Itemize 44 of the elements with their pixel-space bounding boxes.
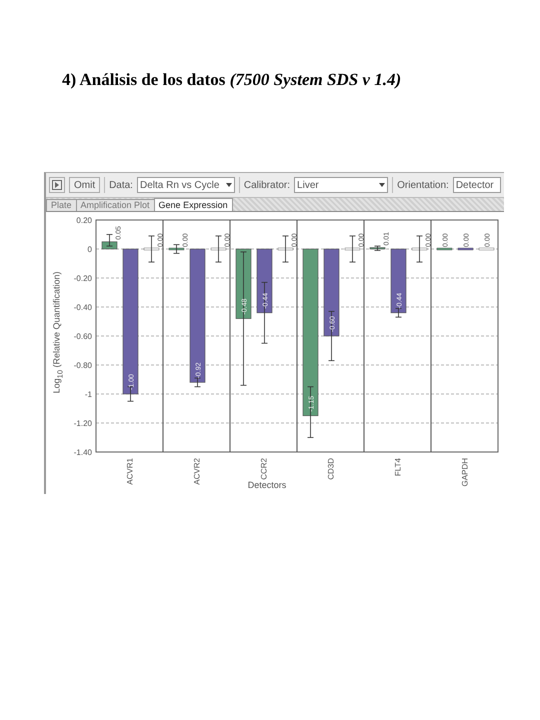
panel-button[interactable] [49,177,65,193]
orientation-label: Orientation: [397,180,449,190]
play-icon [52,180,62,190]
category-label: FLT4 [394,458,402,476]
error-bar [349,236,356,262]
error-bar [194,378,201,388]
category-label: ACVR2 [192,458,202,485]
axis-title: Detectors [248,480,286,490]
tab[interactable]: Plate [46,199,77,211]
error-bar [148,236,155,262]
error-bar [261,282,268,344]
tick-label: -1 [84,390,92,399]
tick-label: 0.20 [76,216,92,225]
data-dropdown[interactable]: Delta Rn vs Cycle [136,177,235,193]
error-bar [416,236,423,262]
calibrator-dropdown[interactable]: Liver [294,177,388,193]
tick-label: -0.20 [74,274,92,283]
error-bar [282,236,289,262]
error-bar [307,386,314,438]
caret-icon [379,183,386,187]
tab[interactable]: Amplification Plot [76,199,155,211]
tick-label: -0.60 [74,332,92,341]
caret-icon [226,183,232,187]
error-bar [395,308,402,318]
orientation-field[interactable]: Detector [452,177,501,193]
calibrator-label: Calibrator: [244,180,290,190]
data-label: Data: [109,180,133,190]
error-bar [374,246,381,251]
tick-label: -0.40 [74,303,92,312]
omit-button[interactable]: Omit [69,177,100,193]
error-bar [173,244,180,254]
category-label: CD3D [326,458,336,480]
error-bar [328,310,335,362]
error-bar [106,234,113,246]
tab[interactable]: Gene Expression [154,198,233,211]
tick-label: -0.80 [74,361,92,370]
error-bar [215,236,222,262]
tick-label: -1.20 [74,419,92,428]
tick-label: 0 [88,245,92,254]
page-heading: 4) Análisis de los datos (7500 System SDS v 1.4) [62,70,402,90]
category-label: GAPDH [460,458,470,486]
category-label: CCR2 [260,458,268,480]
category-label: ACVR1 [126,458,134,485]
tick-label: -1.40 [74,448,92,457]
